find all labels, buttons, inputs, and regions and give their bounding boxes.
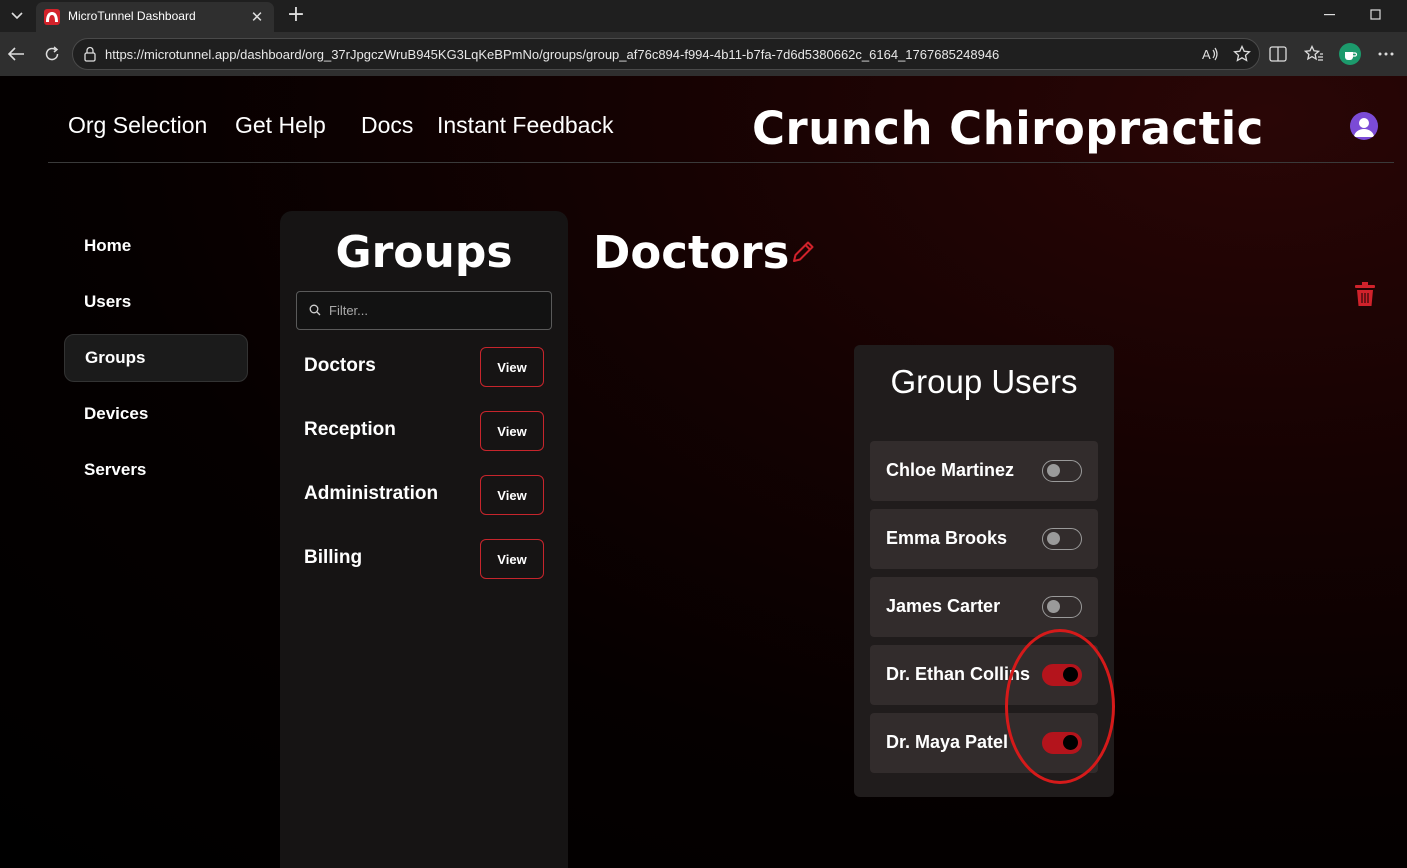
organization-title: Crunch Chiropractic	[752, 102, 1264, 155]
group-user-name: Emma Brooks	[886, 528, 1008, 548]
arrow-left-icon	[7, 47, 24, 61]
group-user-row: Chloe Martinez	[870, 441, 1098, 501]
membership-toggle-james-carter[interactable]	[1042, 596, 1082, 618]
group-user-row: Dr. Ethan Collins	[870, 645, 1098, 705]
groups-heading: Groups	[335, 227, 513, 278]
sidebar-item-devices[interactable]: Devices	[64, 390, 248, 438]
delete-group-button[interactable]	[1353, 281, 1377, 307]
group-user-name: Dr. Ethan Collins	[886, 664, 1031, 684]
more-menu-button[interactable]	[1374, 42, 1398, 66]
nav-get-help[interactable]: Get Help	[235, 112, 326, 139]
more-dots-icon	[1378, 52, 1394, 56]
url-text: https://microtunnel.app/dashboard/org_37…	[105, 47, 1000, 62]
group-name: Doctors	[304, 355, 376, 376]
groups-panel: Groups Doctors View Reception View Admin…	[280, 211, 568, 868]
view-billing-button[interactable]: View	[480, 539, 544, 579]
group-row-billing: Billing View	[304, 539, 544, 579]
minimize-button[interactable]	[1307, 0, 1353, 30]
user-avatar[interactable]	[1350, 112, 1378, 140]
view-administration-button[interactable]: View	[480, 475, 544, 515]
svg-text:A: A	[1202, 47, 1211, 62]
sidebar: Home Users Groups Devices Servers	[64, 222, 248, 502]
nav-docs[interactable]: Docs	[361, 112, 413, 139]
top-navigation: Org Selection Get Help Docs Instant Feed…	[48, 76, 1394, 163]
membership-toggle-chloe-martinez[interactable]	[1042, 460, 1082, 482]
sidebar-item-label: Servers	[84, 460, 147, 479]
sidebar-item-label: Groups	[85, 348, 146, 367]
user-icon	[1354, 118, 1374, 137]
group-row-reception: Reception View	[304, 411, 544, 451]
maximize-icon	[1370, 9, 1381, 20]
reload-icon	[45, 46, 59, 61]
trash-icon	[1355, 282, 1375, 306]
microtunnel-logo-icon	[44, 9, 60, 25]
nav-instant-feedback[interactable]: Instant Feedback	[437, 112, 613, 139]
group-user-name: Chloe Martinez	[886, 460, 1015, 480]
reload-button[interactable]	[38, 40, 66, 68]
browser-tab[interactable]: MicroTunnel Dashboard ✕	[36, 2, 274, 32]
group-detail-title: Doctors	[593, 226, 790, 279]
tab-title: MicroTunnel Dashboard	[68, 9, 196, 23]
new-tab-button[interactable]: +	[283, 4, 309, 28]
group-user-name: Dr. Maya Patel	[886, 732, 1009, 752]
chevron-down-icon	[11, 12, 23, 20]
address-bar-row: https://microtunnel.app/dashboard/org_37…	[0, 32, 1407, 76]
nav-org-selection[interactable]: Org Selection	[68, 112, 207, 139]
sidebar-item-servers[interactable]: Servers	[64, 446, 248, 494]
group-row-administration: Administration View	[304, 475, 544, 515]
extension-button[interactable]	[1338, 42, 1362, 66]
group-user-row: James Carter	[870, 577, 1098, 637]
membership-toggle-emma-brooks[interactable]	[1042, 528, 1082, 550]
sidebar-item-label: Devices	[84, 404, 149, 423]
url-field[interactable]: https://microtunnel.app/dashboard/org_37…	[72, 38, 1260, 70]
view-doctors-button[interactable]: View	[480, 347, 544, 387]
sidebar-item-groups[interactable]: Groups	[64, 334, 248, 382]
group-user-row: Emma Brooks	[870, 509, 1098, 569]
filter-input[interactable]	[329, 292, 545, 329]
group-name: Administration	[304, 483, 439, 504]
back-button[interactable]	[2, 40, 30, 68]
group-name: Billing	[304, 547, 363, 568]
browser-tab-bar: MicroTunnel Dashboard ✕ +	[0, 0, 1407, 32]
favorites-button[interactable]	[1302, 42, 1326, 66]
star-icon[interactable]	[1233, 45, 1251, 63]
sidebar-item-home[interactable]: Home	[64, 222, 248, 270]
sidebar-item-label: Home	[84, 236, 132, 255]
groups-filter	[296, 291, 552, 330]
split-screen-button[interactable]	[1266, 42, 1290, 66]
close-tab-icon[interactable]: ✕	[248, 8, 266, 26]
group-name: Reception	[304, 419, 396, 440]
coffee-extension-icon	[1339, 43, 1361, 65]
group-users-card: Group Users Chloe Martinez Emma Brooks J…	[854, 345, 1114, 797]
group-user-row: Dr. Maya Patel	[870, 713, 1098, 773]
read-aloud-icon[interactable]: A	[1201, 45, 1221, 63]
lock-icon	[84, 46, 96, 62]
sidebar-item-users[interactable]: Users	[64, 278, 248, 326]
split-screen-icon	[1269, 46, 1287, 62]
membership-toggle-maya-patel[interactable]	[1042, 732, 1082, 754]
membership-toggle-ethan-collins[interactable]	[1042, 664, 1082, 686]
tab-actions-button[interactable]	[4, 4, 30, 28]
group-users-heading: Group Users	[890, 363, 1078, 400]
edit-group-name-button[interactable]	[790, 239, 816, 265]
group-row-doctors: Doctors View	[304, 347, 544, 387]
maximize-button[interactable]	[1353, 0, 1399, 30]
pencil-icon	[793, 241, 814, 262]
minimize-icon	[1324, 14, 1335, 16]
view-reception-button[interactable]: View	[480, 411, 544, 451]
group-user-name: James Carter	[886, 596, 1001, 616]
favorites-icon	[1304, 45, 1323, 61]
search-icon	[309, 304, 321, 316]
app-page: Org Selection Get Help Docs Instant Feed…	[0, 76, 1407, 868]
sidebar-item-label: Users	[84, 292, 132, 311]
